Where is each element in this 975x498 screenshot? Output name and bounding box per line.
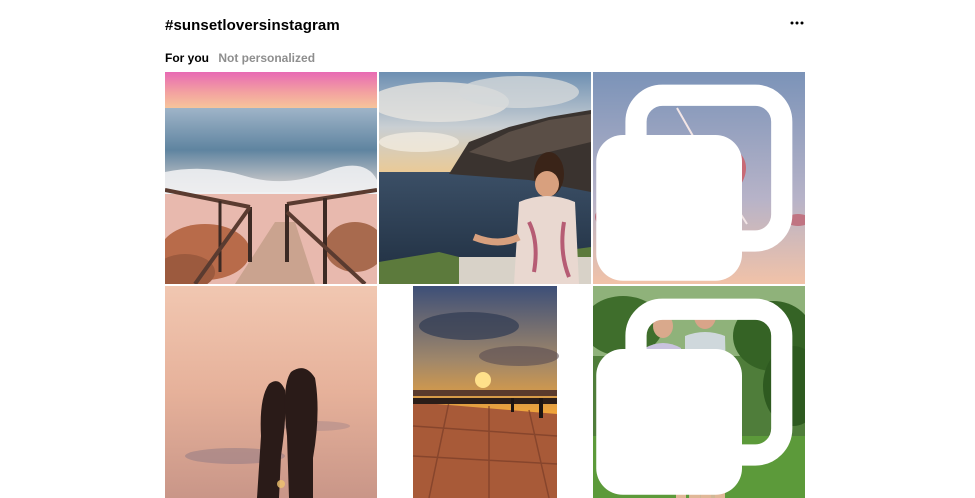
more-horizontal-icon bbox=[790, 21, 804, 25]
hashtag-title: #sunsetloversinstagram bbox=[165, 17, 340, 34]
carousel-icon bbox=[596, 84, 793, 281]
tab-not-personalized[interactable]: Not personalized bbox=[218, 51, 315, 65]
post-tile[interactable] bbox=[593, 72, 805, 284]
feed-tabs: For you Not personalized bbox=[165, 51, 321, 65]
post-image-sunset-promenade bbox=[412, 286, 559, 498]
carousel-icon bbox=[596, 298, 793, 495]
more-options-button[interactable] bbox=[786, 14, 808, 32]
tab-for-you[interactable]: For you bbox=[165, 51, 209, 65]
post-tile[interactable] bbox=[379, 286, 591, 498]
post-image-beach-stairs bbox=[165, 72, 377, 284]
post-image-feet-silhouette bbox=[165, 286, 377, 498]
post-tile[interactable] bbox=[165, 286, 377, 498]
post-tile[interactable] bbox=[593, 286, 805, 498]
post-grid bbox=[165, 72, 805, 498]
post-tile[interactable] bbox=[165, 72, 377, 284]
post-tile[interactable] bbox=[379, 72, 591, 284]
post-image-cliff-woman bbox=[379, 72, 591, 284]
